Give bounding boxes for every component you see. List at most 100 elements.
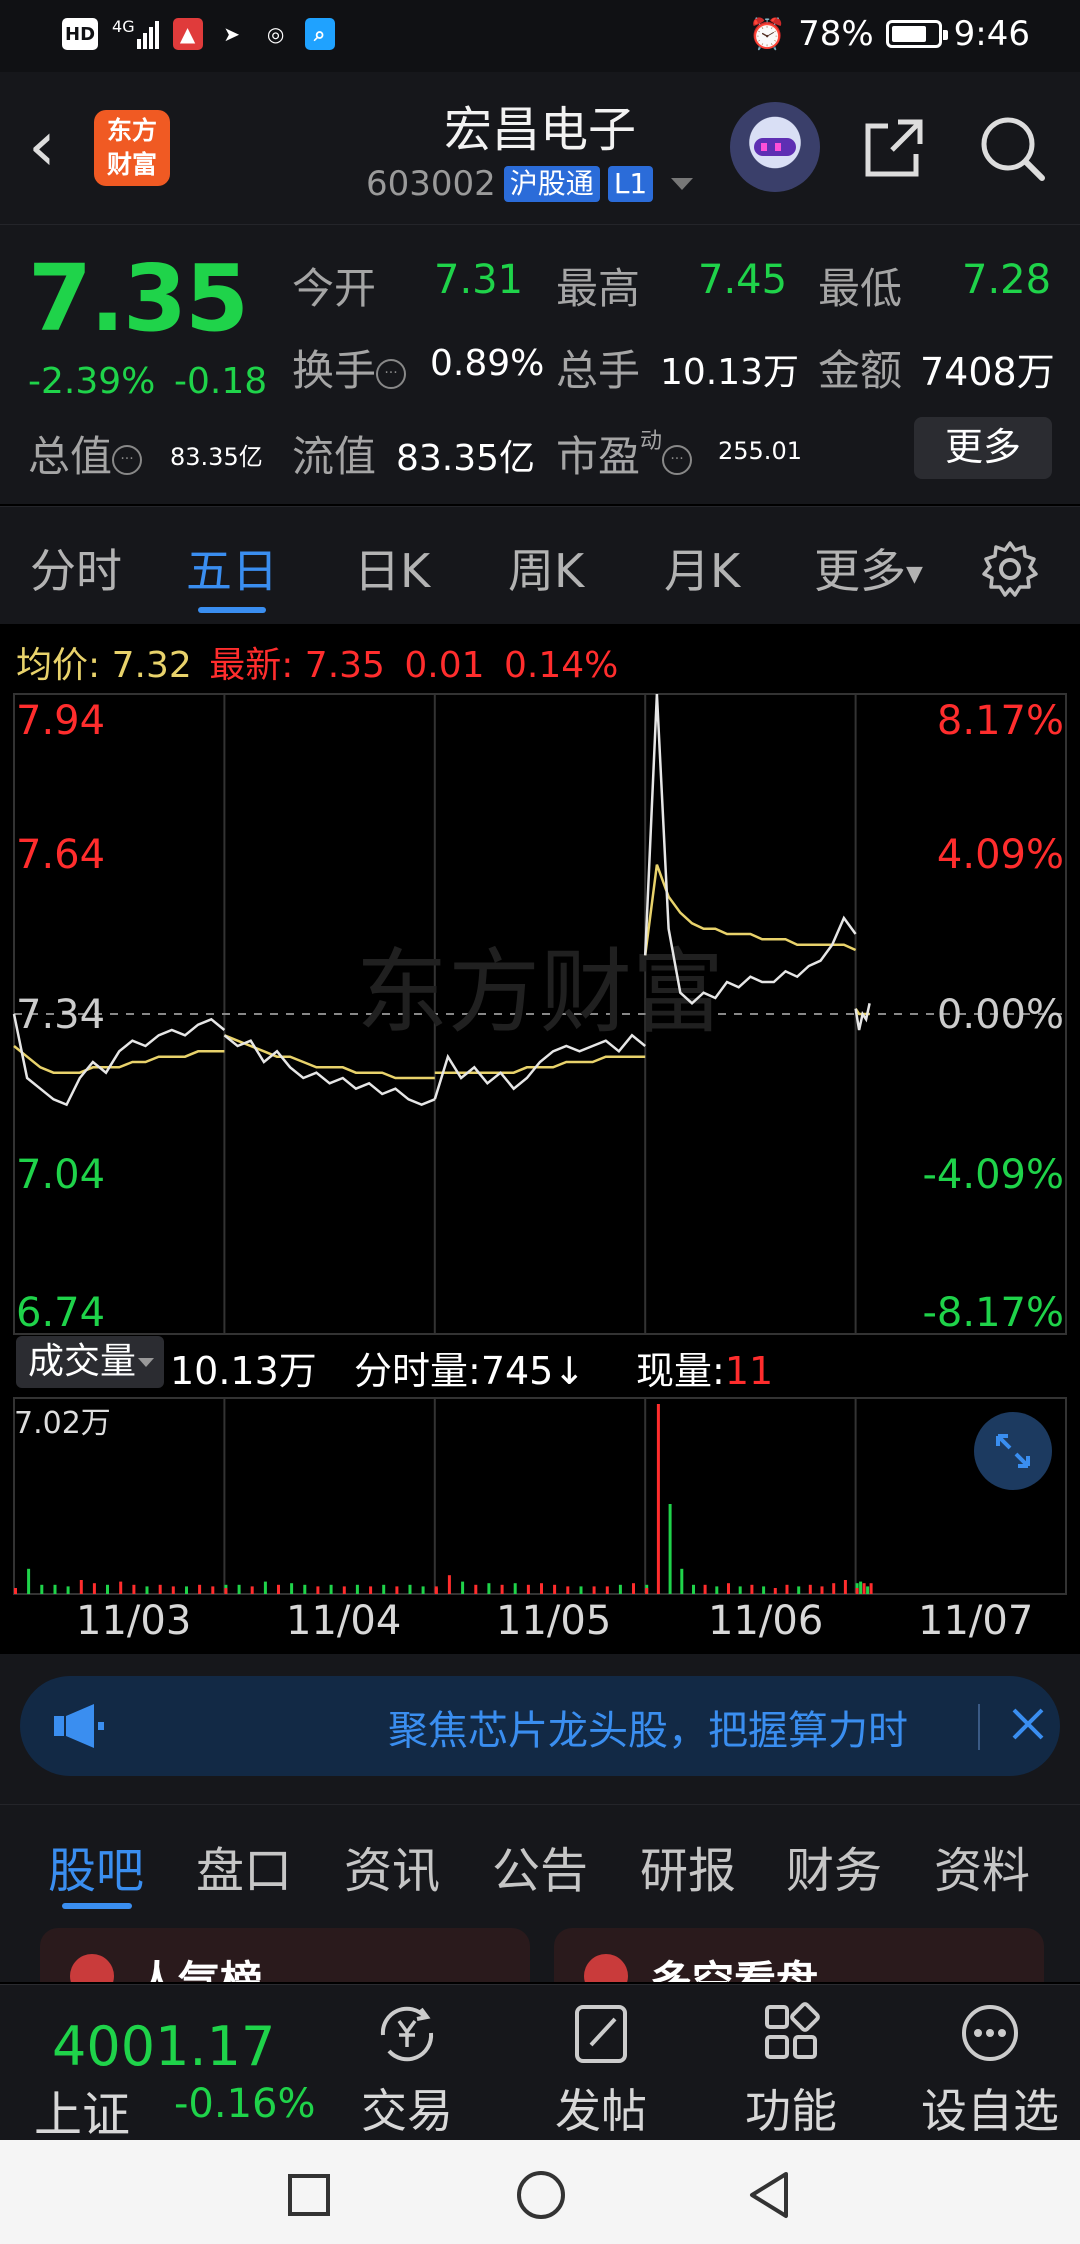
robot-assistant-icon[interactable] <box>730 102 820 192</box>
versus-icon <box>584 1954 628 1982</box>
turnover-value: 0.89% <box>430 343 545 384</box>
fullscreen-button[interactable] <box>974 1412 1052 1490</box>
tab-announcements[interactable]: 公告 <box>492 1831 588 1901</box>
volume-bar <box>715 1586 719 1594</box>
card-title: 人气榜 <box>136 1957 263 1982</box>
volume-bar <box>727 1583 730 1594</box>
tab-monthly-k[interactable]: 月K <box>664 535 740 601</box>
status-bar: HD 4G ▲ ➤ ◎ ⌕ ⏰ 78% 9:46 <box>0 0 1080 72</box>
content-tabs: 股吧 盘口 资讯 公告 研报 财务 资料 <box>0 1804 1080 1914</box>
rank-icon <box>70 1954 114 1982</box>
recent-apps-icon[interactable] <box>284 2170 334 2220</box>
post-button[interactable]: 发帖 <box>526 1999 676 2139</box>
volume-value: 10.13万 <box>660 352 800 393</box>
volume-bar <box>27 1568 31 1594</box>
share-icon[interactable] <box>858 112 930 184</box>
volume-indicator-select[interactable]: 成交量 <box>16 1336 164 1388</box>
tab-more[interactable]: 更多▼ <box>814 535 923 601</box>
volume-bar <box>14 1588 17 1594</box>
index-change: -0.16% <box>174 2081 316 2127</box>
volume-bar <box>79 1580 83 1594</box>
expand-icon <box>996 1434 1030 1468</box>
volume-bar <box>487 1583 491 1594</box>
volume-bar <box>762 1586 766 1594</box>
price-tick-label: 7.34 <box>16 992 105 1038</box>
volume-bar <box>566 1586 570 1594</box>
network-type: 4G <box>112 17 135 36</box>
stock-code: 603002 <box>366 164 496 204</box>
tab-intraday[interactable]: 分时 <box>30 535 122 601</box>
volume-bar <box>668 1504 672 1594</box>
volume-bar <box>738 1586 742 1594</box>
tab-forum[interactable]: 股吧 <box>48 1831 144 1901</box>
volume-bar <box>797 1586 801 1594</box>
current-volume-label: 现量: <box>636 1349 725 1393</box>
volume-chart[interactable] <box>0 1394 1080 1614</box>
volume-bar <box>474 1584 478 1594</box>
chart-area[interactable]: 均价: 7.32 最新: 7.35 0.01 0.14% 东方财富 7.94 7.6… <box>0 624 1080 1654</box>
volume-bar <box>237 1584 241 1594</box>
latest-percent: 0.14% <box>504 645 619 686</box>
alarm-icon: ⏰ <box>748 16 787 52</box>
settings-gear-icon[interactable] <box>980 539 1040 599</box>
volume-bar <box>434 1588 438 1594</box>
functions-button[interactable]: 功能 <box>716 1999 866 2139</box>
active-content-tab-indicator <box>62 1903 132 1909</box>
more-button[interactable]: 更多 <box>914 417 1052 479</box>
volume-bar <box>329 1584 333 1594</box>
add-watchlist-button[interactable]: 设自选 <box>906 1999 1074 2139</box>
volume-bar <box>869 1583 873 1594</box>
back-nav-icon[interactable] <box>744 2168 794 2222</box>
info-icon[interactable]: ··· <box>376 358 407 389</box>
popularity-card[interactable]: 人气榜 <box>40 1928 530 1982</box>
tab-financials[interactable]: 财务 <box>786 1831 882 1901</box>
tab-weekly-k[interactable]: 周K <box>508 535 584 601</box>
info-icon[interactable]: ··· <box>112 444 143 475</box>
level-tag: L1 <box>607 166 654 202</box>
volume-bar <box>843 1580 847 1594</box>
trade-button[interactable]: 交易 <box>332 1999 482 2139</box>
volume-bar <box>290 1583 294 1594</box>
volume-bar <box>355 1584 359 1594</box>
volume-bar <box>703 1584 707 1594</box>
close-icon[interactable] <box>1000 1696 1056 1752</box>
search-icon[interactable] <box>976 112 1048 184</box>
date-label: 11/04 <box>286 1598 402 1644</box>
tab-daily-k[interactable]: 日K <box>354 535 430 601</box>
banner-divider <box>978 1704 980 1750</box>
pe-type: 动 <box>640 429 663 454</box>
open-value: 7.31 <box>434 257 524 303</box>
tab-news[interactable]: 资讯 <box>344 1831 440 1901</box>
volume-bar <box>40 1584 44 1594</box>
info-icon[interactable]: ··· <box>662 444 693 475</box>
volume-bar <box>785 1584 789 1594</box>
tab-order-book[interactable]: 盘口 <box>196 1831 292 1901</box>
tab-five-day[interactable]: 五日 <box>186 535 278 601</box>
volume-bar <box>855 1588 859 1594</box>
price-chart[interactable]: 东方财富7.947.647.347.046.748.17%4.09%0.00%-… <box>0 684 1080 1344</box>
feature-cards: 人气榜 多空看盘 <box>0 1914 1080 1982</box>
home-icon[interactable] <box>514 2168 568 2222</box>
price-tick-label: 7.64 <box>16 832 105 878</box>
amount-value: 7408万 <box>920 350 1055 394</box>
volume-bar <box>656 1404 660 1594</box>
promo-banner[interactable]: 聚焦芯片龙头股，把握算力时 <box>20 1676 1060 1776</box>
volume-bar <box>382 1584 386 1594</box>
trade-label: 交易 <box>361 2084 453 2138</box>
mcap-value: 83.35亿 <box>170 443 263 471</box>
active-tab-indicator <box>198 607 266 613</box>
mcap-label: 总值 ··· <box>28 423 143 484</box>
volume-bar <box>862 1583 866 1594</box>
stock-code-row[interactable]: 603002 沪股通 L1 <box>366 164 694 204</box>
functions-label: 功能 <box>745 2084 837 2138</box>
status-right: ⏰ 78% 9:46 <box>749 14 1030 54</box>
period-tabs: 分时 五日 日K 周K 月K 更多▼ <box>0 506 1080 624</box>
send-icon: ➤ <box>223 22 240 46</box>
battery-percent: 78% <box>798 14 874 54</box>
minute-volume-label: 分时量: <box>354 1349 481 1393</box>
price-tick-label: 7.94 <box>16 698 105 744</box>
low-label: 最低 <box>818 264 903 313</box>
tab-research[interactable]: 研报 <box>640 1831 736 1901</box>
tab-profile[interactable]: 资料 <box>934 1831 1030 1901</box>
bull-bear-card[interactable]: 多空看盘 <box>554 1928 1044 1982</box>
